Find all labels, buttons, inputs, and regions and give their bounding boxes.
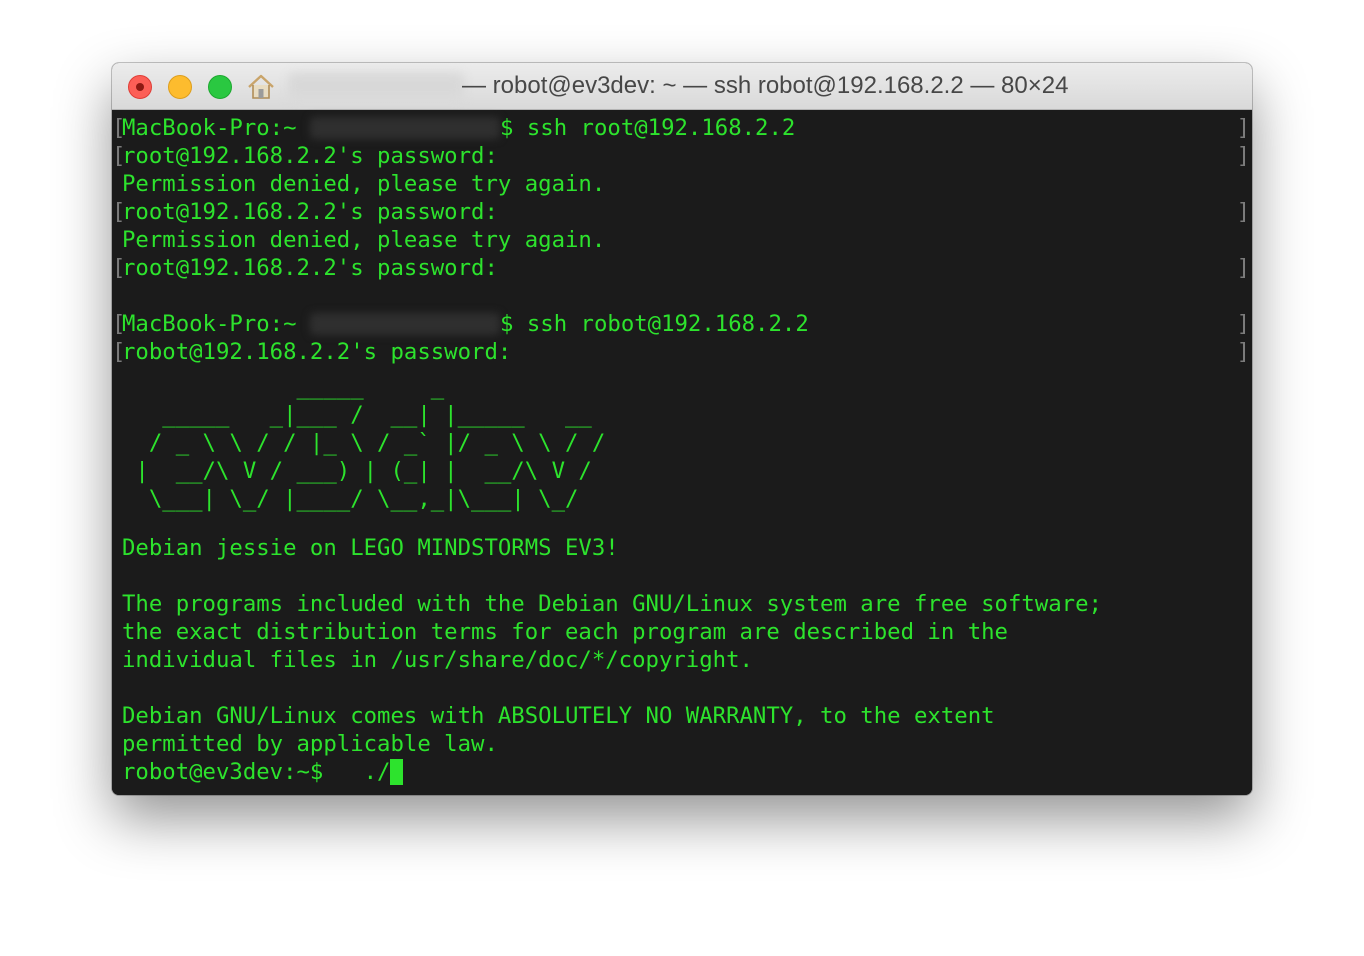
terminal-line: Debian GNU/Linux comes with ABSOLUTELY N… <box>112 702 1252 730</box>
ssh-command: $ ssh root@192.168.2.2 <box>500 115 796 141</box>
minimize-button[interactable] <box>168 75 192 99</box>
terminal-content[interactable]: [ MacBook-Pro:~ $ ssh root@192.168.2.2 ]… <box>112 110 1252 795</box>
ssh-command: $ ssh robot@192.168.2.2 <box>500 311 809 337</box>
terminal-window: — robot@ev3dev: ~ — ssh robot@192.168.2.… <box>112 63 1252 795</box>
motd-line: Debian GNU/Linux comes with ABSOLUTELY N… <box>122 703 995 729</box>
password-prompt: robot@192.168.2.2's password: <box>122 339 512 365</box>
terminal-line: Permission denied, please try again. <box>112 170 1252 198</box>
title-bar[interactable]: — robot@ev3dev: ~ — ssh robot@192.168.2.… <box>112 63 1252 110</box>
password-prompt: root@192.168.2.2's password: <box>122 143 498 169</box>
motd-line: the exact distribution terms for each pr… <box>122 619 1008 645</box>
shell-prompt: robot@ev3dev:~$ ./ <box>122 759 391 785</box>
ev3dev-ascii-banner: _____ _ _____ _|___ / __| |_____ __ / _ … <box>135 374 606 512</box>
redacted-username <box>310 117 500 139</box>
motd-line: Debian jessie on LEGO MINDSTORMS EV3! <box>122 535 619 561</box>
terminal-line: the exact distribution terms for each pr… <box>112 618 1252 646</box>
error-message: Permission denied, please try again. <box>122 171 606 197</box>
command-input[interactable]: robot@ev3dev:~$ ./ <box>122 758 404 786</box>
text-cursor <box>390 759 404 785</box>
terminal-line: [ robot@192.168.2.2's password: ] <box>112 338 1252 366</box>
terminal-line: permitted by applicable law. <box>112 730 1252 758</box>
zoom-button[interactable] <box>208 75 232 99</box>
motd-line: The programs included with the Debian GN… <box>122 591 1102 617</box>
home-folder-icon[interactable] <box>246 73 276 101</box>
error-message: Permission denied, please try again. <box>122 227 606 253</box>
redacted-area <box>288 73 464 99</box>
terminal-line: [ MacBook-Pro:~ $ ssh root@192.168.2.2 ] <box>112 114 1252 142</box>
motd-line: individual files in /usr/share/doc/*/cop… <box>122 647 753 673</box>
terminal-line: [ MacBook-Pro:~ $ ssh robot@192.168.2.2 … <box>112 310 1252 338</box>
line-mark-right: ] <box>1236 115 1250 141</box>
line-mark-right: ] <box>1236 143 1250 169</box>
terminal-line: The programs included with the Debian GN… <box>112 590 1252 618</box>
terminal-line: individual files in /usr/share/doc/*/cop… <box>112 646 1252 674</box>
close-icon <box>136 83 144 91</box>
terminal-line: robot@ev3dev:~$ ./ <box>112 758 1252 786</box>
redacted-username <box>310 313 500 335</box>
prompt-host: MacBook-Pro:~ <box>122 115 297 141</box>
motd-line: permitted by applicable law. <box>122 731 498 757</box>
terminal-line: [ root@192.168.2.2's password: ] <box>112 254 1252 282</box>
prompt-host: MacBook-Pro:~ <box>122 311 297 337</box>
password-prompt: root@192.168.2.2's password: <box>122 199 498 225</box>
window-title: — robot@ev3dev: ~ — ssh robot@192.168.2.… <box>462 72 1069 99</box>
terminal-line: [ root@192.168.2.2's password: ] <box>112 198 1252 226</box>
close-button[interactable] <box>128 75 152 99</box>
password-prompt: root@192.168.2.2's password: <box>122 255 498 281</box>
line-mark-right: ] <box>1236 255 1250 281</box>
terminal-line: Permission denied, please try again. <box>112 226 1252 254</box>
terminal-line: Debian jessie on LEGO MINDSTORMS EV3! <box>112 534 1252 562</box>
line-mark-right: ] <box>1236 339 1250 365</box>
line-mark-right: ] <box>1236 311 1250 337</box>
terminal-line: [ root@192.168.2.2's password: ] <box>112 142 1252 170</box>
line-mark-right: ] <box>1236 199 1250 225</box>
